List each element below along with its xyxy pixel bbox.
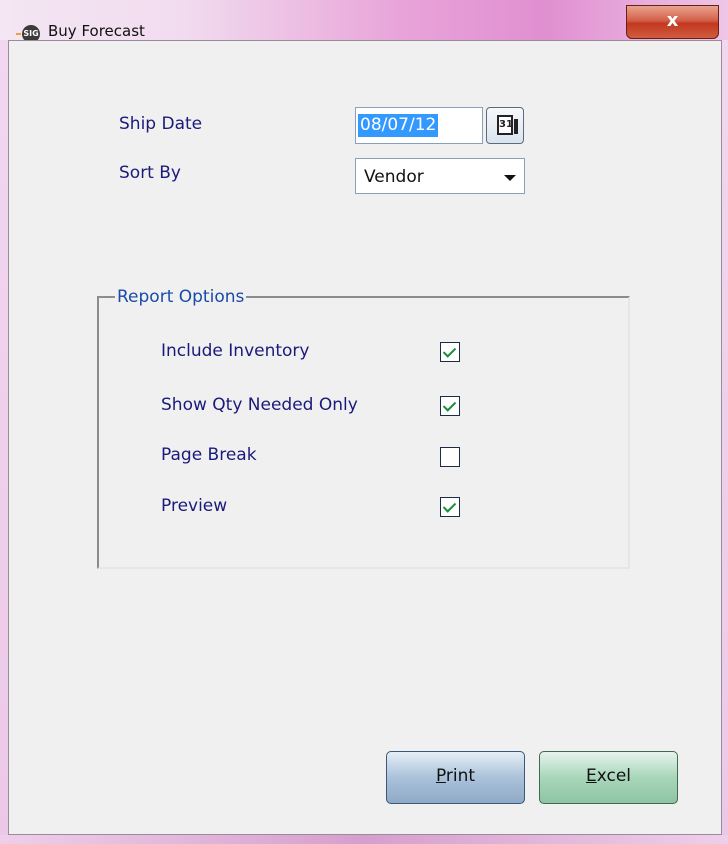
page-break-checkbox[interactable] [440, 447, 460, 467]
chevron-down-icon [504, 175, 516, 181]
include-inventory-checkbox[interactable] [440, 342, 460, 362]
include-inventory-label: Include Inventory [161, 341, 310, 361]
buy-forecast-window: SIG Buy Forecast x Ship Date 08/07/12 31… [0, 0, 728, 844]
title-bar[interactable]: SIG Buy Forecast x [0, 0, 728, 43]
show-qty-needed-only-checkbox[interactable] [440, 396, 460, 416]
sort-by-select[interactable]: Vendor [355, 158, 525, 194]
window-title: Buy Forecast [48, 22, 145, 40]
close-button[interactable]: x [626, 5, 719, 39]
print-label-rest: rint [445, 766, 476, 786]
print-mnemonic: P [435, 766, 446, 786]
check-mark-icon [442, 344, 457, 358]
sort-by-value: Vendor [364, 167, 424, 187]
calendar-icon: 31 [497, 115, 518, 135]
sort-by-label: Sort By [119, 163, 181, 183]
ship-date-value: 08/07/12 [358, 114, 439, 137]
check-mark-icon [442, 499, 457, 513]
preview-checkbox[interactable] [440, 497, 460, 517]
excel-label-rest: xcel [596, 766, 632, 786]
report-options-group [97, 296, 630, 569]
calendar-button[interactable]: 31 [486, 107, 524, 144]
check-mark-icon [442, 398, 457, 412]
excel-mnemonic: E [585, 766, 597, 786]
page-break-label: Page Break [161, 445, 257, 465]
excel-button[interactable]: Excel [539, 751, 678, 804]
report-options-legend: Report Options [115, 287, 247, 307]
show-qty-needed-only-label: Show Qty Needed Only [161, 395, 358, 415]
ship-date-input[interactable]: 08/07/12 [355, 107, 483, 144]
print-button[interactable]: Print [386, 751, 525, 804]
preview-label: Preview [161, 496, 228, 516]
ship-date-label: Ship Date [119, 114, 203, 134]
window-bottom-border [0, 835, 728, 844]
